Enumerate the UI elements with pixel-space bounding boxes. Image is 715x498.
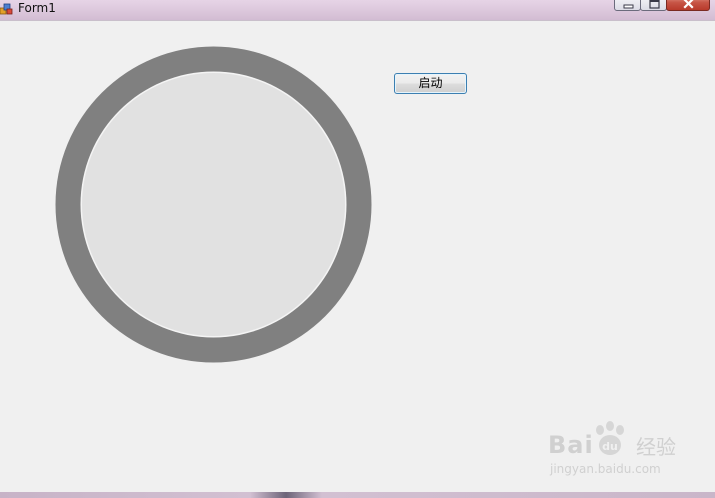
svg-text:du: du [602,440,618,453]
maximize-button[interactable] [640,0,667,11]
minimize-button[interactable] [614,0,641,11]
watermark-brand-suffix: 经验 [636,435,676,459]
start-button[interactable]: 启动 [394,73,467,94]
circular-gauge [55,46,372,363]
minimize-icon [623,4,634,9]
winforms-app-icon[interactable] [0,1,14,15]
watermark-url: jingyan.baidu.com [550,462,661,476]
form1-window: Form1 启动 Bai du 经验 jingyan.baidu.com [0,0,715,498]
window-title: Form1 [18,1,56,15]
paw-icon: du [596,421,624,455]
close-icon [683,0,694,9]
taskbar-edge [0,492,715,498]
title-bar[interactable]: Form1 [0,0,715,20]
watermark-brand: Bai [548,431,594,459]
gauge-face [82,73,345,336]
baidu-jingyan-watermark: Bai du 经验 jingyan.baidu.com [548,420,678,482]
close-button[interactable] [666,0,710,11]
